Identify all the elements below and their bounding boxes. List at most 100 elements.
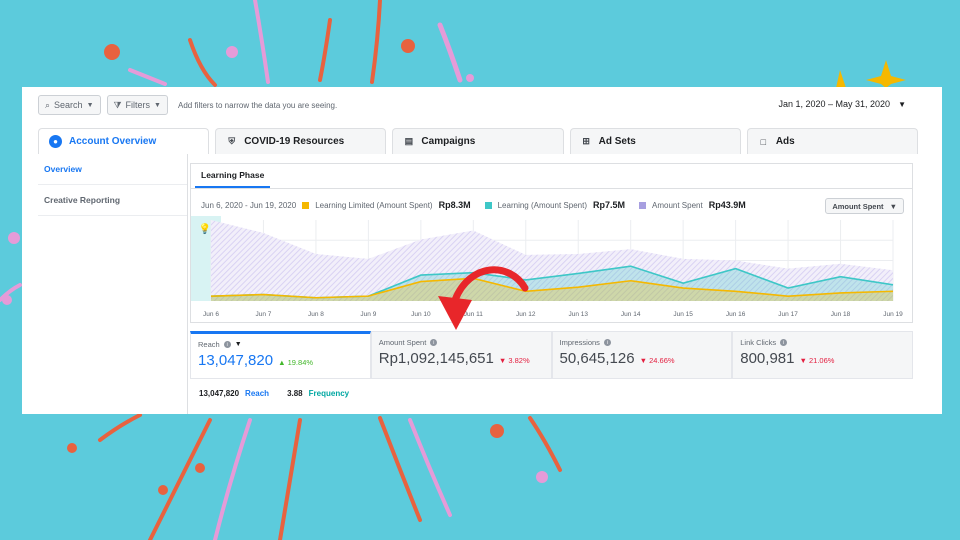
decor-streak (437, 22, 463, 83)
chart-date-range: Jun 6, 2020 - Jun 19, 2020 (201, 200, 297, 210)
x-tick-label: Jun 13 (568, 311, 588, 318)
lightbulb-icon: 💡 (199, 222, 211, 235)
tab-label: Campaigns (421, 136, 476, 147)
tab-learning-phase[interactable]: Learning Phase (195, 164, 271, 188)
tab-ad-sets[interactable]: ⊞ Ad Sets (569, 128, 741, 154)
decor-dot (195, 463, 205, 473)
x-tick-label: Jun 9 (360, 311, 376, 318)
stat-delta-value: 19.84% (287, 358, 314, 367)
date-range-picker[interactable]: Jan 1, 2020 – May 31, 2020 ▼ (778, 99, 906, 109)
stat-card-link-clicks[interactable]: Link Clicks i 800,981 ▼ 21.06% (732, 331, 913, 379)
metric-dropdown-label: Amount Spent (832, 201, 884, 211)
divider (191, 188, 912, 189)
stat-delta: ▼ 21.06% (799, 356, 835, 365)
stat-label-text: Amount Spent (378, 338, 427, 347)
ad-icon: □ (760, 136, 767, 147)
stat-label: Amount Spent i (379, 338, 544, 347)
chevron-down-icon: ▼ (889, 201, 897, 211)
nav-item-creative-reporting[interactable]: Creative Reporting (38, 185, 187, 216)
x-tick-label: Jun 7 (256, 311, 272, 318)
reach-sub-metrics: 13,047,820 Reach 3.88 Frequency (199, 389, 349, 398)
stat-card-amount-spent[interactable]: Amount Spent i Rp1,092,145,651 ▼ 3.82% (370, 331, 552, 379)
ads-manager-card: ⌕ Search ▼ ⧩ Filters ▼ Add filters to na… (22, 87, 942, 414)
tab-account-overview[interactable]: ● Account Overview (38, 128, 210, 154)
frequency-label[interactable]: Frequency (309, 389, 349, 398)
legend-value: Rp7.5M (593, 200, 626, 210)
filter-hint: Add filters to narrow the data you are s… (177, 100, 338, 110)
stat-row: 13,047,820 ▲ 19.84% (198, 352, 363, 369)
stat-row: 800,981 ▼ 21.06% (740, 350, 905, 367)
tab-label: Ad Sets (598, 136, 636, 147)
info-icon: i (780, 339, 788, 346)
tab-label: Account Overview (69, 136, 157, 147)
stat-delta-value: 3.82% (508, 356, 530, 365)
date-range-label: Jan 1, 2020 – May 31, 2020 (778, 99, 891, 109)
decor-dot (158, 485, 168, 495)
stat-value: 800,981 (740, 350, 795, 367)
x-tick-label: Jun 17 (778, 311, 798, 318)
frequency-value: 3.88 (287, 389, 303, 398)
tab-bar: ● Account Overview ⛨ COVID-19 Resources … (38, 128, 919, 154)
decor-streak (408, 418, 452, 517)
metric-dropdown[interactable]: Amount Spent ▼ (825, 198, 904, 214)
x-tick-label: Jun 15 (673, 311, 693, 318)
legend-value: Rp8.3M (438, 200, 471, 210)
info-icon: i (430, 339, 438, 346)
chevron-down-icon: ▼ (154, 101, 161, 109)
stat-value: 13,047,820 (198, 352, 274, 369)
stat-value: 50,645,126 (559, 350, 635, 367)
decor-streak (98, 413, 142, 442)
search-label: Search (54, 100, 83, 110)
info-icon: i (603, 339, 611, 346)
decor-streak (128, 68, 167, 86)
chevron-down-icon: ▼ (898, 99, 906, 109)
decor-dot (2, 295, 12, 305)
stat-card-impressions[interactable]: Impressions i 50,645,126 ▼ 24.66% (551, 331, 733, 379)
tab-covid-19-resources[interactable]: ⛨ COVID-19 Resources (215, 128, 387, 154)
x-tick-label: Jun 11 (464, 311, 483, 318)
stat-label: Reach i ▼ (198, 340, 363, 349)
search-button[interactable]: ⌕ Search ▼ (38, 95, 101, 115)
tab-campaigns[interactable]: ▤ Campaigns (392, 128, 564, 154)
decor-streak (148, 418, 212, 540)
left-nav: Overview Creative Reporting (38, 154, 188, 414)
legend-label: Learning Limited (Amount Spent) (315, 200, 433, 210)
decor-dot (226, 46, 238, 58)
stat-label-text: Reach (198, 340, 220, 349)
stat-value: Rp1,092,145,651 (378, 350, 494, 367)
stat-row: Rp1,092,145,651 ▼ 3.82% (379, 350, 544, 367)
decor-dot (8, 232, 20, 244)
x-tick-label: Jun 14 (621, 311, 641, 318)
stat-label: Impressions i (560, 338, 725, 347)
decor-star (866, 60, 906, 88)
legend-value: Rp43.9M (708, 200, 746, 210)
legend-label: Amount Spent (652, 200, 703, 210)
filter-icon: ⧩ (113, 99, 122, 110)
nav-item-overview[interactable]: Overview (38, 154, 187, 185)
stat-delta: ▲ 19.84% (278, 358, 314, 367)
decor-dot (104, 44, 120, 60)
filters-button[interactable]: ⧩ Filters ▼ (106, 95, 168, 115)
stat-delta-value: 24.66% (649, 356, 675, 365)
account-icon: ● (49, 135, 62, 148)
stat-delta-value: 21.06% (809, 356, 835, 365)
decor-star (836, 70, 846, 88)
stat-label-text: Impressions (559, 338, 600, 347)
decor-dot (67, 443, 77, 453)
x-tick-label: Jun 6 (203, 311, 219, 318)
decor-streak (253, 0, 270, 84)
decor-dot (466, 74, 474, 82)
filter-bar: ⌕ Search ▼ ⧩ Filters ▼ Add filters to na… (22, 87, 942, 123)
tab-ads[interactable]: □ Ads (746, 128, 919, 154)
x-tick-label: Jun 12 (516, 311, 536, 318)
grid-icon: ⊞ (582, 136, 590, 146)
decor-streak (528, 416, 562, 472)
decor-streak (278, 418, 302, 540)
chevron-down-icon[interactable]: ▼ (235, 341, 242, 348)
decor-streak (318, 18, 332, 82)
legend-label: Learning (Amount Spent) (497, 200, 587, 210)
chart-legend: Jun 6, 2020 - Jun 19, 2020 Learning Limi… (201, 200, 754, 210)
stat-card-reach[interactable]: Reach i ▼ 13,047,820 ▲ 19.84% (190, 331, 371, 379)
reach-sub-label[interactable]: Reach (245, 389, 269, 398)
decor-streak (213, 418, 252, 540)
